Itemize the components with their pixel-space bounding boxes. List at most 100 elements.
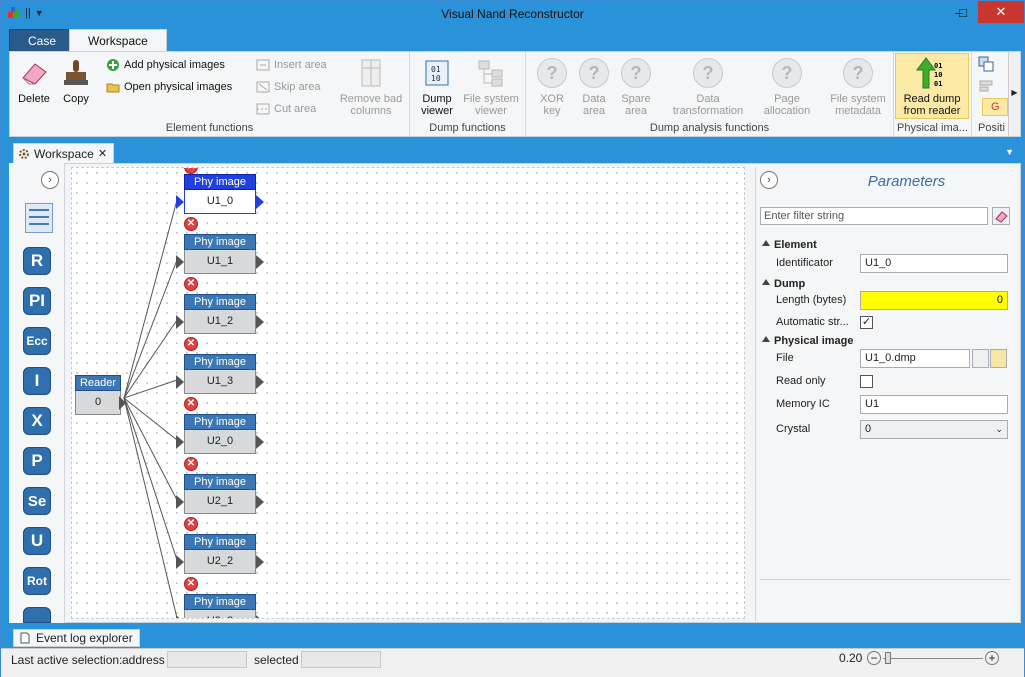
- doc-menu-icon[interactable]: ▼: [1005, 147, 1014, 157]
- toolbar-xor-button[interactable]: X: [23, 407, 51, 435]
- phy-image-label: U1_3: [184, 370, 256, 394]
- dump-viewer-button[interactable]: 01 10 Dump viewer: [416, 56, 458, 117]
- add-icon: [107, 59, 119, 71]
- collapse-toolbar-button[interactable]: ›: [41, 171, 59, 189]
- workspace-doc-tab[interactable]: Workspace ✕: [13, 143, 115, 163]
- collapse-parameters-button[interactable]: ›: [760, 171, 778, 189]
- maximize-button[interactable]: □: [949, 1, 977, 23]
- page-allocation-button[interactable]: ? Page allocation: [756, 56, 818, 117]
- ribbon-scroll-right-icon[interactable]: ▶: [1008, 52, 1020, 136]
- phy-image-label: U2_1: [184, 490, 256, 514]
- remove-bad-columns-button[interactable]: Remove bad columns: [336, 56, 406, 117]
- output-port[interactable]: [256, 375, 264, 389]
- phy-image-node[interactable]: Phy image U1_1: [176, 234, 264, 274]
- section-dump[interactable]: Dump: [756, 276, 1018, 292]
- dump-functions-group: 01 10 Dump viewer File system viewer Dump…: [410, 52, 526, 136]
- close-button[interactable]: ✕: [978, 1, 1024, 23]
- data-transformation-button[interactable]: ? Data transformation: [666, 56, 750, 117]
- output-port[interactable]: [256, 615, 264, 618]
- clear-filter-icon[interactable]: [992, 207, 1010, 225]
- output-port[interactable]: [256, 555, 264, 569]
- phy-image-node[interactable]: Phy image U2_1: [176, 474, 264, 514]
- automatic-label: Automatic str...: [776, 316, 849, 328]
- insert-area-button[interactable]: Insert area: [256, 56, 327, 74]
- zoom-out-button[interactable]: −: [867, 651, 881, 665]
- close-doc-tab-icon[interactable]: ✕: [98, 147, 107, 160]
- read-only-checkbox[interactable]: [860, 375, 873, 388]
- automatic-checkbox[interactable]: ✓: [860, 316, 873, 329]
- input-port[interactable]: [176, 255, 184, 269]
- input-port[interactable]: [176, 495, 184, 509]
- delete-button[interactable]: Delete: [14, 56, 54, 105]
- open-physical-images-button[interactable]: Open physical images: [106, 78, 232, 96]
- tab-workspace[interactable]: Workspace: [69, 29, 167, 51]
- phy-image-node[interactable]: Phy image U1_0: [176, 174, 264, 214]
- file-system-metadata-button[interactable]: ? File system metadata: [826, 56, 890, 117]
- svg-text:10: 10: [431, 74, 441, 83]
- read-dump-icon: 011001: [916, 57, 942, 89]
- identificator-field[interactable]: U1_0: [860, 254, 1008, 273]
- file-system-viewer-button[interactable]: File system viewer: [460, 56, 522, 117]
- xor-key-button[interactable]: ? XOR key: [532, 56, 572, 117]
- tab-case[interactable]: Case: [9, 29, 76, 51]
- toolbar-p-button[interactable]: P: [23, 447, 51, 475]
- read-dump-button[interactable]: 01 10 01 Read dump from reader: [895, 53, 969, 119]
- output-port[interactable]: [256, 195, 264, 209]
- group-button[interactable]: G: [982, 98, 1008, 116]
- crystal-select[interactable]: 0 ⌄: [860, 420, 1008, 439]
- phy-image-node[interactable]: Phy image U2_2: [176, 534, 264, 574]
- toolbar-rot-button[interactable]: Rot: [23, 567, 51, 595]
- toolbar-i-button[interactable]: I: [23, 367, 51, 395]
- toolbar-physical-image-button[interactable]: PI: [23, 287, 51, 315]
- zoom-in-button[interactable]: +: [985, 651, 999, 665]
- memory-ic-field[interactable]: U1: [860, 395, 1008, 414]
- event-log-tab[interactable]: Event log explorer: [13, 629, 140, 647]
- toolbar-se-button[interactable]: Se: [23, 487, 51, 515]
- spare-area-button[interactable]: ? Spare area: [616, 56, 656, 117]
- reader-output-port[interactable]: [119, 396, 126, 410]
- input-port[interactable]: [176, 555, 184, 569]
- phy-image-node[interactable]: Phy image U1_3: [176, 354, 264, 394]
- output-port[interactable]: [256, 315, 264, 329]
- data-area-button[interactable]: ? Data area: [574, 56, 614, 117]
- app-window: || ▼ Visual Nand Reconstructor – □ ✕ Cas…: [0, 0, 1025, 677]
- align-icon[interactable]: [978, 78, 994, 94]
- filter-input[interactable]: Enter filter string: [760, 207, 988, 225]
- reader-node[interactable]: Reader 0: [75, 375, 126, 415]
- add-physical-images-button[interactable]: Add physical images: [106, 56, 225, 74]
- diagram-canvas[interactable]: Reader 0 Phy image U1_0 ✕ ✕ Phy image U1…: [71, 167, 745, 619]
- input-port[interactable]: [176, 375, 184, 389]
- title-bar: || ▼ Visual Nand Reconstructor – □ ✕: [1, 1, 1024, 27]
- input-port[interactable]: [176, 435, 184, 449]
- output-port[interactable]: [256, 495, 264, 509]
- section-physical-image[interactable]: Physical image: [756, 333, 1018, 349]
- clear-file-icon[interactable]: [972, 349, 989, 368]
- input-port[interactable]: [176, 315, 184, 329]
- toolbar-reader-button[interactable]: R: [23, 247, 51, 275]
- position-icon[interactable]: [978, 56, 994, 72]
- length-field[interactable]: 0: [860, 291, 1008, 310]
- phy-image-node[interactable]: Phy image U2_3: [176, 594, 264, 618]
- output-port[interactable]: [256, 435, 264, 449]
- memory-ic-label: Memory IC: [776, 398, 830, 410]
- cut-area-button[interactable]: Cut area: [256, 100, 316, 118]
- input-port[interactable]: [176, 615, 184, 618]
- phy-image-node[interactable]: Phy image U1_2: [176, 294, 264, 334]
- toolbar-ecc-button[interactable]: Ecc: [23, 327, 51, 355]
- phy-image-node[interactable]: Phy image U2_0: [176, 414, 264, 454]
- list-view-icon[interactable]: [25, 203, 53, 233]
- output-port[interactable]: [256, 255, 264, 269]
- toolbar-more-button[interactable]: [23, 607, 51, 623]
- skip-area-button[interactable]: Skip area: [256, 78, 320, 96]
- section-element[interactable]: Element: [756, 237, 1018, 253]
- file-field[interactable]: U1_0.dmp: [860, 349, 970, 368]
- zoom-slider-thumb[interactable]: [885, 652, 891, 664]
- input-port[interactable]: [176, 195, 184, 209]
- copy-button[interactable]: Copy: [58, 56, 94, 105]
- toolbar-u-button[interactable]: U: [23, 527, 51, 555]
- remove-columns-icon: [361, 59, 381, 87]
- zoom-slider[interactable]: [883, 658, 983, 659]
- browse-file-icon[interactable]: [990, 349, 1007, 368]
- address-label: address: [122, 653, 165, 667]
- eraser-icon: [22, 63, 47, 85]
